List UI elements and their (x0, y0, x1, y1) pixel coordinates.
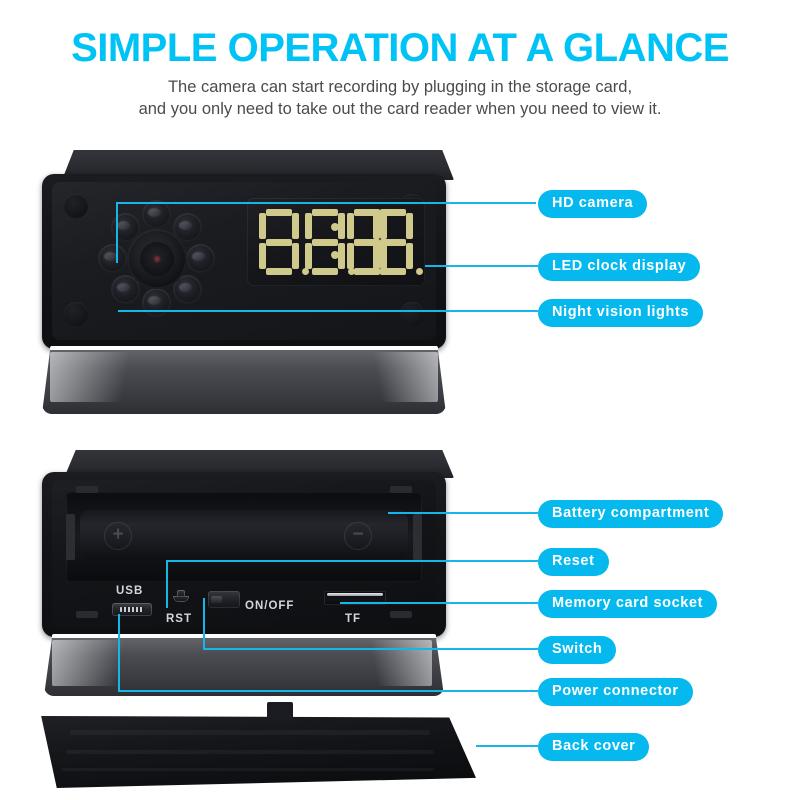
ir-led-e-icon (186, 244, 215, 273)
usb-label: USB (116, 585, 144, 597)
base-highlight-right (342, 352, 438, 402)
callout-hd-camera[interactable]: HD camera (538, 190, 648, 218)
leader-back-cover-horizontal (476, 745, 538, 747)
reset-label: RST (166, 613, 192, 625)
callout-back-cover[interactable]: Back cover (538, 733, 650, 761)
power-switch-knob[interactable] (211, 596, 222, 603)
power-switch[interactable] (208, 591, 240, 608)
battery-compartment-well: + − (66, 492, 422, 582)
leader-power-connector-horizontal (118, 690, 538, 692)
led-colon-top (331, 223, 339, 231)
led-digit-2 (305, 209, 355, 275)
camera-lens-icon (127, 229, 187, 289)
leader-switch-vertical (203, 598, 205, 648)
leader-reset-horizontal (166, 560, 538, 562)
panel-tab-bottom-right (390, 611, 412, 618)
callout-memory-card-socket[interactable]: Memory card socket (538, 590, 718, 618)
page-subtitle: The camera can start recording by pluggi… (40, 76, 760, 120)
callout-night-vision-lights[interactable]: Night vision lights (538, 299, 704, 327)
battery-negative-terminal: − (344, 522, 372, 550)
led-digit-4 (373, 209, 423, 275)
memory-card-slot-lip (327, 593, 383, 596)
panel-tab-top-left (76, 486, 98, 493)
leader-switch-horizontal (203, 648, 538, 650)
cover-groove-1 (70, 730, 430, 735)
leader-hd-camera-vertical (116, 203, 118, 263)
device-body (42, 174, 446, 349)
subtitle-line-2: and you only need to take out the card r… (138, 100, 662, 118)
back-cover-plate (41, 716, 476, 788)
cover-groove-2 (66, 750, 434, 754)
screw-bottom-right-icon (400, 302, 424, 326)
ir-led-s-icon (142, 288, 171, 317)
front-base-plate (42, 350, 446, 414)
reset-button[interactable] (173, 590, 189, 604)
led-clock-display-panel (247, 198, 425, 286)
led-colon-bottom (331, 251, 339, 259)
back-base-highlight (52, 640, 162, 686)
callout-led-clock-display[interactable]: LED clock display (538, 253, 701, 281)
battery-clip-left (66, 514, 75, 560)
camera-lens-highlight (153, 255, 161, 263)
leader-battery-compartment (388, 512, 538, 514)
back-device-body: + − USB RST ON/OFF TF (42, 472, 446, 637)
leader-reset-vertical (166, 560, 168, 608)
page-title: SIMPLE OPERATION AT A GLANCE (71, 26, 729, 70)
subtitle-line-1: The camera can start recording by pluggi… (167, 78, 633, 96)
cover-groove-3 (62, 768, 434, 771)
base-highlight (50, 352, 170, 402)
back-cover-latch (267, 702, 293, 720)
callout-reset[interactable]: Reset (538, 548, 609, 576)
panel-tab-bottom-left (76, 611, 98, 618)
callout-switch[interactable]: Switch (538, 636, 617, 664)
led-clock-face (247, 198, 425, 286)
callout-power-connector[interactable]: Power connector (538, 678, 693, 706)
ir-led-w-icon (98, 244, 127, 273)
leader-led-clock-horizontal (425, 265, 538, 267)
screw-top-left-icon (64, 194, 88, 218)
leader-memory-card-horizontal (340, 602, 538, 604)
back-device-illustration: + − USB RST ON/OFF TF (28, 450, 458, 696)
battery-clip-right (413, 514, 422, 560)
callout-battery-compartment[interactable]: Battery compartment (538, 500, 724, 528)
panel-tab-top-right (390, 486, 412, 493)
switch-label: ON/OFF (245, 600, 295, 612)
card-slot-label: TF (345, 613, 362, 625)
led-digit-1 (259, 209, 309, 275)
front-device-illustration (28, 150, 458, 435)
battery-positive-terminal: + (104, 522, 132, 550)
ir-led-n-icon (142, 200, 171, 229)
leader-hd-camera-horizontal (116, 202, 536, 204)
leader-power-connector-vertical (118, 614, 120, 691)
leader-night-vision-horizontal (118, 310, 538, 312)
screw-bottom-left-icon (64, 302, 88, 326)
back-base-plate (44, 638, 444, 696)
back-base-highlight-right (340, 640, 432, 686)
infographic-canvas: SIMPLE OPERATION AT A GLANCE The camera … (0, 0, 800, 800)
usb-pins (120, 607, 144, 612)
